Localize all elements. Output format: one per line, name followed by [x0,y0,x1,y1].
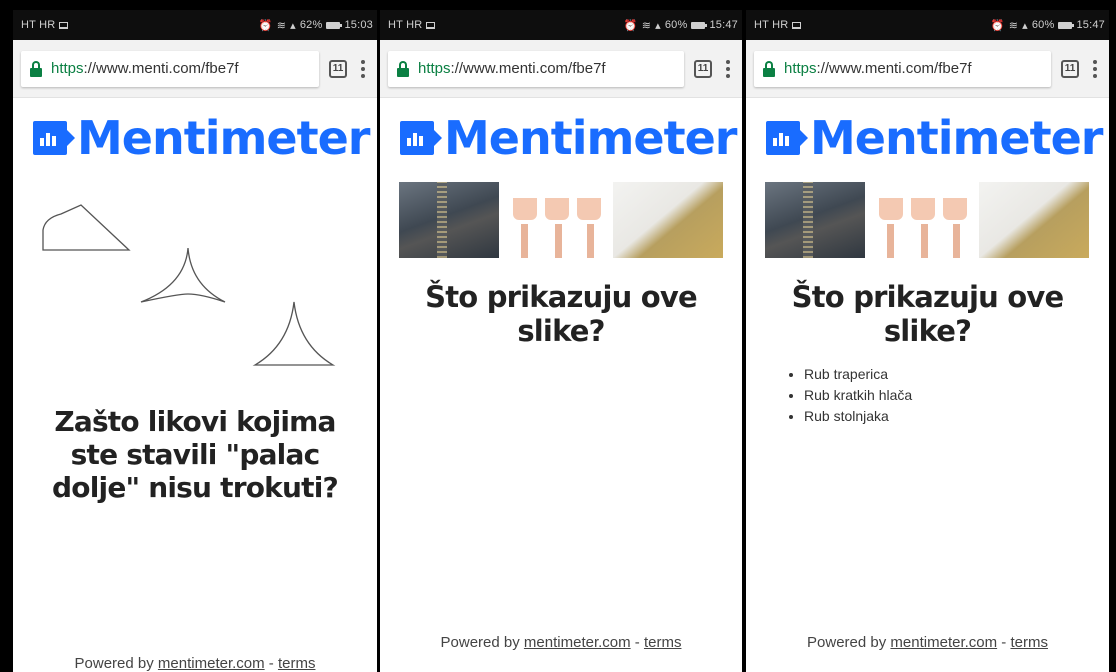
logo-text: Mentimeter [77,111,370,165]
alarm-icon: ⏰ [990,19,1005,32]
answer-list: Rub traperica Rub kratkih hlača Rub stol… [746,364,1109,427]
bar-chart-icon [33,121,75,155]
phone-screen-3: HT HR ⏰ ≋ ▴ 60% 15:47 https://www.menti.… [746,10,1109,672]
cast-icon [792,21,802,29]
logo-text: Mentimeter [444,111,737,165]
url-scheme: https [784,60,817,77]
list-item: Rub stolnjaka [804,406,1109,427]
list-item: Rub kratkih hlača [804,385,1109,406]
curved-shape-2 [140,247,226,303]
url-bar[interactable]: https://www.menti.com/fbe7f [388,50,684,87]
lock-icon [29,60,43,77]
overflow-menu-icon[interactable] [357,59,369,78]
browser-toolbar: https://www.menti.com/fbe7f 11 [380,40,742,98]
mentimeter-link[interactable]: mentimeter.com [890,634,997,651]
carrier-label: HT HR [754,19,789,31]
footer: Powered by mentimeter.com - terms [440,634,682,651]
clock: 15:03 [344,19,373,31]
url-text: ://www.menti.com/fbe7f [450,60,606,77]
bar-chart-icon [400,121,442,155]
wifi-icon: ≋ [641,19,652,32]
url-scheme: https [51,60,84,77]
terms-link[interactable]: terms [278,655,316,672]
shorts-hem-photo [507,182,605,258]
carrier-label: HT HR [388,19,423,31]
jeans-hem-photo [399,182,499,258]
url-scheme: https [418,60,451,77]
footer: Powered by mentimeter.com - terms [807,634,1048,651]
question-text: Zašto likovi kojima ste stavili "palac d… [52,405,339,504]
photo-strip [746,182,1109,258]
question-text: Što prikazuju ove slike? [791,280,1065,348]
signal-icon: ▴ [290,19,296,32]
cast-icon [59,21,69,29]
battery-icon [1058,21,1075,29]
tablecloth-hem-photo [979,182,1089,258]
mentimeter-logo: Mentimeter [13,110,377,166]
status-bar: HT HR ⏰ ≋ ▴ 62% 15:03 [13,10,377,40]
url-bar[interactable]: https://www.menti.com/fbe7f [754,50,1051,87]
terms-link[interactable]: terms [644,634,682,651]
shapes-illustration [13,190,377,390]
mentimeter-logo: Mentimeter [380,110,742,166]
cast-icon [426,21,436,29]
phone-screen-1: HT HR ⏰ ≋ ▴ 62% 15:03 https://www.menti.… [13,10,377,672]
status-bar: HT HR ⏰ ≋ ▴ 60% 15:47 [380,10,742,40]
shorts-hem-photo [873,182,971,258]
battery-percent: 60% [1031,19,1055,31]
battery-icon [691,21,708,29]
overflow-menu-icon[interactable] [722,59,734,78]
overflow-menu-icon[interactable] [1089,59,1101,78]
lock-icon [762,60,776,77]
wifi-icon: ≋ [276,19,287,32]
clock: 15:47 [709,19,738,31]
signal-icon: ▴ [1022,19,1028,32]
browser-toolbar: https://www.menti.com/fbe7f 11 [746,40,1109,98]
footer: Powered by mentimeter.com - terms [74,655,316,672]
tab-switcher-button[interactable]: 11 [694,59,712,78]
clock: 15:47 [1076,19,1105,31]
carrier-label: HT HR [21,19,56,31]
url-text: ://www.menti.com/fbe7f [816,60,972,77]
alarm-icon: ⏰ [623,19,638,32]
mentimeter-logo: Mentimeter [746,110,1109,166]
list-item: Rub traperica [804,364,1109,385]
battery-icon [326,21,343,29]
battery-percent: 60% [664,19,688,31]
mentimeter-link[interactable]: mentimeter.com [158,655,265,672]
wifi-icon: ≋ [1008,19,1019,32]
phone-screen-2: HT HR ⏰ ≋ ▴ 60% 15:47 https://www.menti.… [380,10,742,672]
tab-switcher-button[interactable]: 11 [329,59,347,78]
url-text: ://www.menti.com/fbe7f [83,60,239,77]
tablecloth-hem-photo [613,182,723,258]
browser-toolbar: https://www.menti.com/fbe7f 11 [13,40,377,98]
battery-percent: 62% [299,19,323,31]
lock-icon [396,60,410,77]
jeans-hem-photo [765,182,865,258]
curved-shape-3 [252,301,336,366]
curved-shape-1 [42,204,131,251]
alarm-icon: ⏰ [258,19,273,32]
url-bar[interactable]: https://www.menti.com/fbe7f [21,50,319,87]
signal-icon: ▴ [655,19,661,32]
bar-chart-icon [766,121,808,155]
terms-link[interactable]: terms [1010,634,1048,651]
mentimeter-link[interactable]: mentimeter.com [524,634,631,651]
question-text: Što prikazuju ove slike? [425,280,698,348]
photo-strip [380,182,742,258]
logo-text: Mentimeter [810,111,1103,165]
status-bar: HT HR ⏰ ≋ ▴ 60% 15:47 [746,10,1109,40]
tab-switcher-button[interactable]: 11 [1061,59,1079,78]
